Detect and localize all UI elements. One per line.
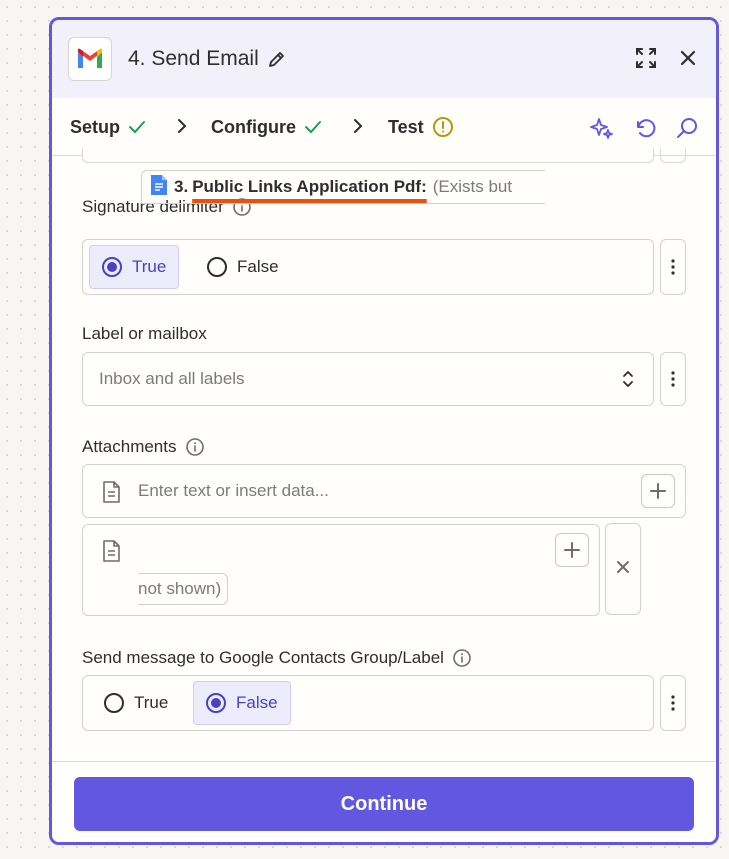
tab-configure[interactable]: Configure [211,98,322,156]
attachments-label: Attachments [82,437,177,456]
undo-icon[interactable] [632,115,658,141]
panel-header: 4. Send Email [52,20,716,98]
checkmark-icon [128,120,146,134]
step-title: 4. Send Email [128,47,259,70]
more-options-icon[interactable] [660,352,686,406]
google-docs-icon [150,174,168,201]
gmail-logo-icon [68,37,112,81]
radio-unselected-icon [104,693,124,713]
warning-icon [432,116,454,138]
data-pill[interactable]: 3. Public Links Application Pdf: (Exists… [141,170,545,204]
tab-label: Setup [70,116,121,137]
more-options-icon[interactable] [660,675,686,731]
attachments-input[interactable]: Enter text or insert data... [82,464,686,518]
add-data-button[interactable] [555,533,589,567]
form-body: Signature delimiter True False Label or … [52,149,716,777]
radio-false[interactable]: False [195,245,291,289]
chevron-right-icon [350,116,366,136]
tab-setup[interactable]: Setup [70,98,146,156]
previous-field-menu[interactable] [660,149,686,163]
sparkle-icon[interactable] [589,115,615,141]
radio-label: True [132,257,167,276]
expand-icon[interactable] [634,46,658,70]
info-icon[interactable] [452,648,472,668]
field-label: Label or mailbox [82,324,207,344]
panel-footer: Continue [52,761,716,842]
field-label: Attachments [82,437,205,457]
continue-button[interactable]: Continue [74,777,694,831]
tab-test[interactable]: Test [388,98,454,156]
pill-value: (Exists but [432,177,513,196]
tab-label: Configure [211,116,296,137]
remove-attachment-button[interactable] [605,523,641,615]
chevron-right-icon [174,116,190,136]
radio-selected-icon [206,693,226,713]
radio-true[interactable]: True [92,681,180,725]
close-icon[interactable] [676,46,700,70]
contacts-group-label: Send message to Google Contacts Group/La… [82,648,444,667]
add-attachment-button[interactable] [641,474,675,508]
step-tabs: Setup Configure Test [52,98,716,156]
radio-label: True [134,693,169,712]
previous-field-input[interactable] [82,149,654,163]
contacts-group-radio-group: True False [82,675,654,731]
label-or-mailbox-select[interactable]: Inbox and all labels [82,352,654,406]
search-icon[interactable] [674,115,700,141]
pill-field-name: Public Links Application Pdf: [192,177,427,196]
pill-step-number: 3. [174,177,189,196]
select-placeholder: Inbox and all labels [99,369,245,388]
document-icon [101,539,121,563]
radio-label: False [237,257,279,276]
close-icon [616,560,630,579]
step-panel: 4. Send Email Setup Configure Test Signa… [49,17,719,845]
attachments-placeholder: Enter text or insert data... [138,481,329,500]
field-label: Send message to Google Contacts Group/La… [82,648,472,668]
radio-true[interactable]: True [89,245,180,289]
label-or-mailbox-label: Label or mailbox [82,324,207,343]
document-icon [101,480,121,504]
more-options-icon[interactable] [660,239,686,295]
radio-label: False [236,693,278,712]
pencil-icon[interactable] [267,49,287,69]
radio-selected-icon [102,257,122,277]
checkmark-icon [304,120,322,134]
radio-false[interactable]: False [193,681,291,725]
radio-unselected-icon [207,257,227,277]
data-pill-continued[interactable]: not shown) [138,573,229,605]
tab-label: Test [388,116,424,137]
info-icon[interactable] [185,437,205,457]
select-chevrons-icon [621,369,635,394]
signature-delimiter-radio-group: True False [82,239,654,295]
pill-value: not shown) [138,579,222,598]
